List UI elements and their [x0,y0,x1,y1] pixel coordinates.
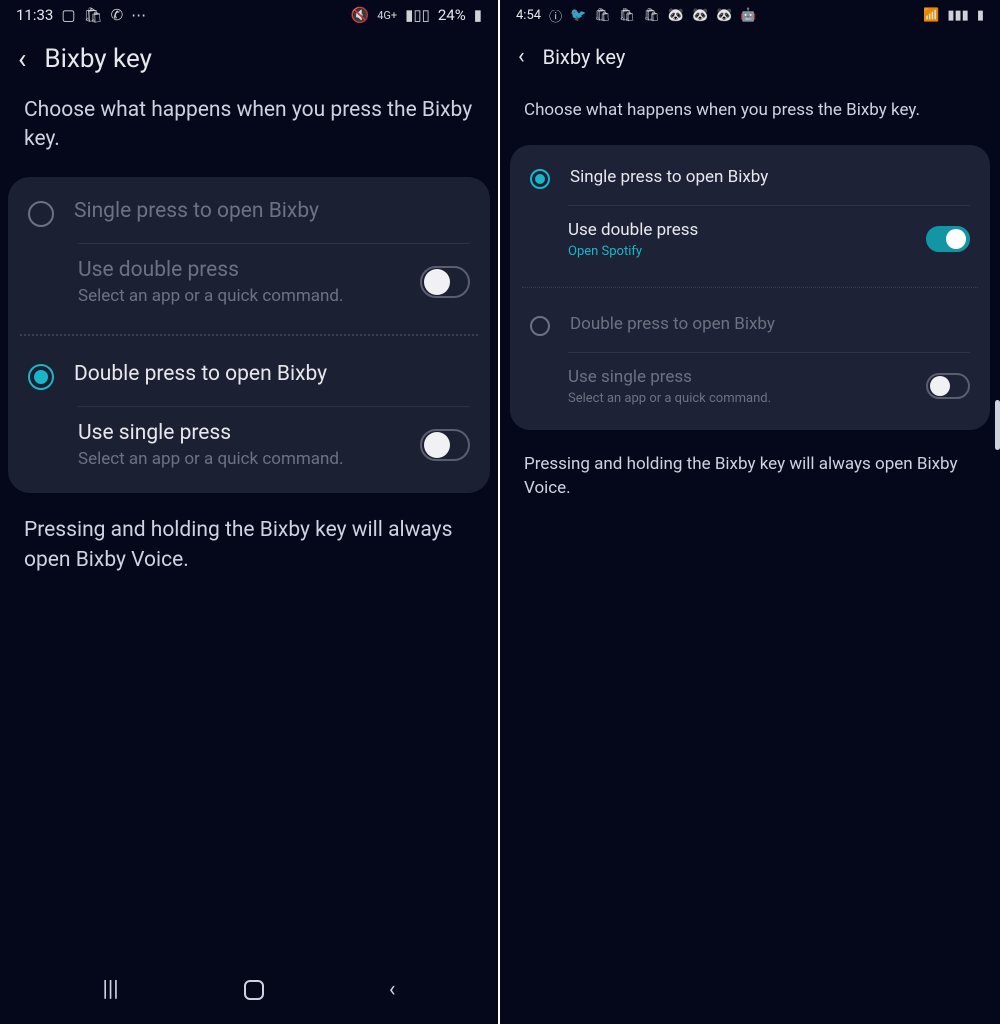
status-bar: 11:33 ▢ 🛍 ✆ ⋯ 🔇 4G+ ▮▯▯ 24% ▮ [0,0,498,26]
home-icon[interactable] [244,980,264,1000]
header: ‹ Bixby key [500,27,1000,79]
wifi-icon: 📶 [923,8,939,23]
radio-icon[interactable] [28,201,54,227]
options-card: Single press to open Bixby Use double pr… [8,177,490,493]
panda-icon: 🐼 [716,8,732,23]
radio-icon[interactable] [28,364,54,390]
lead-text: Choose what happens when you press the B… [500,79,1000,141]
sub-desc: Select an app or a quick command. [78,286,404,306]
bag-icon: 🛍 [84,6,103,24]
twitter-icon: 🐦 [570,8,586,23]
option-single-press[interactable]: Single press to open Bixby [510,151,990,201]
option-label: Single press to open Bixby [74,199,319,223]
dotted-separator [20,334,478,336]
dotted-separator [522,287,978,288]
bag-icon: 🛍 [594,8,611,23]
toggle-single-press[interactable] [926,373,970,399]
bag-icon: 🛍 [619,8,636,23]
more-icon: ⋯ [131,6,146,24]
toggle-single-press[interactable] [420,429,470,461]
sub-use-single-press[interactable]: Use single press Select an app or a quic… [8,411,490,487]
option-double-press[interactable]: Double press to open Bixby [510,298,990,348]
signal-icon: ▮▯▯ [405,6,430,24]
battery-icon: ▮ [474,6,482,24]
option-label: Single press to open Bixby [570,167,768,187]
option-double-press[interactable]: Double press to open Bixby [8,346,490,402]
header: ‹ Bixby key [0,26,498,84]
recents-icon[interactable]: ||| [103,977,119,1002]
sub-desc: Select an app or a quick command. [78,449,404,469]
toggle-double-press[interactable] [926,226,970,252]
back-icon[interactable]: ‹ [18,45,26,73]
bag-icon: 🛍 [643,8,660,23]
divider [568,205,970,206]
footer-note: Pressing and holding the Bixby key will … [0,497,498,594]
screenshot-left: 11:33 ▢ 🛍 ✆ ⋯ 🔇 4G+ ▮▯▯ 24% ▮ ‹ Bixby ke… [0,0,500,1024]
option-single-press[interactable]: Single press to open Bixby [8,183,490,239]
sub-label: Use double press [568,220,910,240]
gallery-icon: ▢ [61,6,75,24]
battery-pct: 24% [438,6,466,24]
robot-icon: 🤖 [740,8,756,23]
sub-label: Use single press [78,421,404,445]
sub-use-double-press[interactable]: Use double press Select an app or a quic… [8,248,490,324]
radio-icon[interactable] [530,316,550,336]
divider [78,406,470,407]
toggle-double-press[interactable] [420,266,470,298]
status-clock: 11:33 [16,6,53,24]
panda-icon: 🐼 [692,8,708,23]
whatsapp-icon: ✆ [111,6,124,24]
sub-desc: Select an app or a quick command. [568,391,910,406]
status-bar: 4:54 ⓘ 🐦 🛍 🛍 🛍 🐼 🐼 🐼 🤖 📶 ▮▮▮ ▮ [500,0,1000,27]
sub-label: Use single press [568,367,910,387]
divider [568,352,970,353]
nav-bar: ||| ‹ [0,959,498,1024]
mute-icon: 🔇 [351,6,370,24]
signal-icon: ▮▮▮ [947,8,968,23]
footer-note: Pressing and holding the Bixby key will … [500,434,1000,519]
option-label: Double press to open Bixby [74,362,327,386]
network-icon: 4G+ [377,9,397,22]
sub-desc: Open Spotify [568,244,910,259]
status-clock: 4:54 [516,8,541,23]
back-icon[interactable]: ‹ [518,46,525,68]
back-nav-icon[interactable]: ‹ [389,977,396,1002]
screenshot-right: 4:54 ⓘ 🐦 🛍 🛍 🛍 🐼 🐼 🐼 🤖 📶 ▮▮▮ ▮ ‹ Bixby k… [500,0,1000,1024]
option-label: Double press to open Bixby [570,314,775,334]
page-title: Bixby key [44,44,151,74]
sub-label: Use double press [78,258,404,282]
sub-use-single-press[interactable]: Use single press Select an app or a quic… [510,357,990,424]
panda-icon: 🐼 [668,8,684,23]
options-card: Single press to open Bixby Use double pr… [510,145,990,430]
divider [78,243,470,244]
sub-use-double-press[interactable]: Use double press Open Spotify [510,210,990,277]
radio-icon[interactable] [530,169,550,189]
info-icon: ⓘ [549,6,562,25]
page-title: Bixby key [543,45,626,69]
scrollbar[interactable] [995,400,1000,450]
battery-icon: ▮ [977,8,984,23]
lead-text: Choose what happens when you press the B… [0,84,498,173]
